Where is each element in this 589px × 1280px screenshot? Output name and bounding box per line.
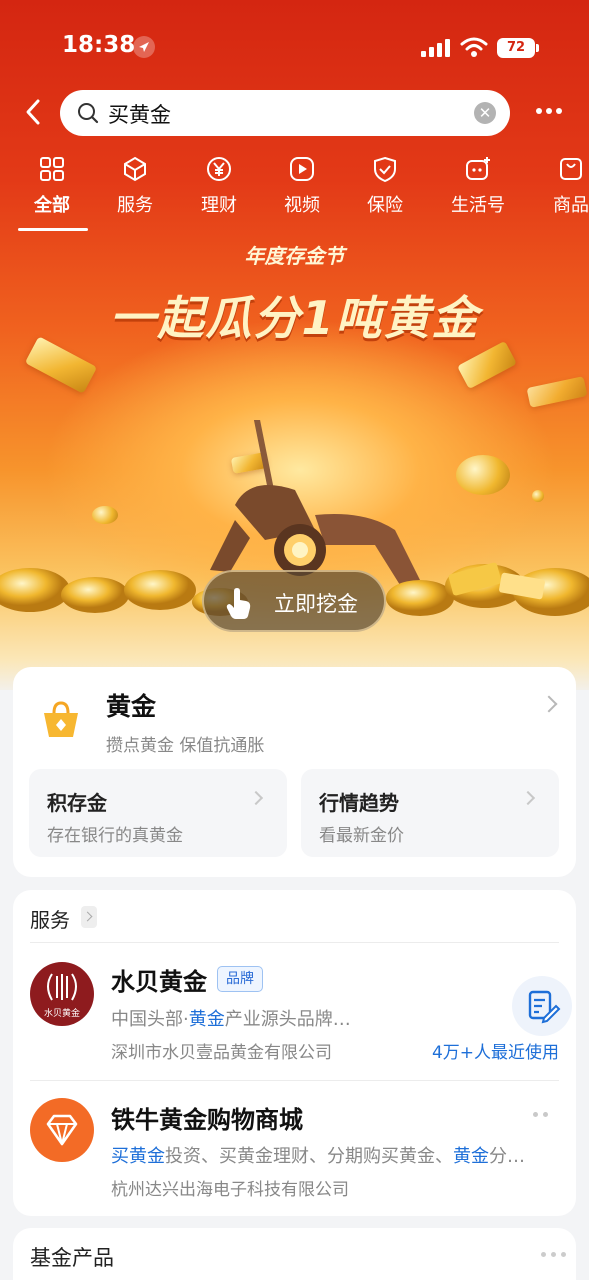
chevron-right-icon bbox=[520, 790, 536, 806]
tieniu-diamond-logo bbox=[30, 1098, 94, 1162]
tab-products[interactable]: 商品 bbox=[531, 155, 589, 217]
dig-gold-button[interactable]: 立即挖金 bbox=[202, 570, 386, 632]
more-icon[interactable] bbox=[533, 1112, 551, 1118]
merchant-company: 杭州达兴出海电子科技有限公司 bbox=[111, 1180, 349, 1200]
shuibei-gold-logo: 水贝黄金 bbox=[30, 962, 94, 1026]
tab-services[interactable]: 服务 bbox=[95, 155, 175, 217]
merchant-desc: 中国头部·黄金产业源头品牌… bbox=[111, 1009, 351, 1030]
tab-label: 视频 bbox=[284, 195, 320, 216]
services-card: 服务 水贝黄金 水贝黄金 品牌 中国头部·黄金产业源头品牌… 深圳市水贝壹品黄金… bbox=[13, 890, 576, 1216]
tab-video[interactable]: 视频 bbox=[262, 155, 342, 217]
market-trend-entry[interactable]: 行情趋势 看最新金价 bbox=[301, 769, 559, 857]
entry-desc: 存在银行的真黄金 bbox=[47, 826, 183, 846]
back-button[interactable] bbox=[20, 97, 50, 127]
fund-products-card: 基金产品 bbox=[13, 1228, 576, 1280]
merchant-company: 深圳市水贝壹品黄金有限公司 bbox=[111, 1043, 332, 1063]
tab-label: 保险 bbox=[367, 195, 403, 216]
tab-life-account[interactable]: 生活号 bbox=[438, 155, 518, 217]
grid-icon bbox=[40, 157, 64, 181]
status-time: 18:38 bbox=[62, 32, 136, 58]
play-icon bbox=[290, 157, 314, 181]
gold-nugget-decoration bbox=[456, 455, 510, 495]
services-title: 服务 bbox=[30, 908, 70, 932]
battery-indicator: 72 bbox=[497, 38, 539, 58]
signal-icon bbox=[421, 39, 451, 57]
usage-count: 4万+人最近使用 bbox=[431, 1043, 559, 1063]
shield-icon bbox=[374, 156, 396, 183]
brand-badge: 品牌 bbox=[217, 966, 263, 992]
chat-bot-icon bbox=[466, 157, 490, 180]
hand-pointer-icon bbox=[224, 586, 254, 620]
yen-icon bbox=[207, 157, 231, 181]
gold-card[interactable]: 黄金 攒点黄金 保值抗通胀 积存金 存在银行的真黄金 行情趋势 看最新金价 bbox=[13, 667, 576, 877]
chevron-right-icon bbox=[248, 790, 264, 806]
services-more-icon[interactable] bbox=[81, 906, 97, 928]
tab-insurance[interactable]: 保险 bbox=[345, 155, 425, 217]
entry-title: 行情趋势 bbox=[319, 791, 399, 815]
tab-label: 生活号 bbox=[451, 195, 505, 216]
gold-nugget-decoration bbox=[532, 490, 544, 502]
tab-label: 商品 bbox=[553, 195, 589, 216]
gold-card-subtitle: 攒点黄金 保值抗通胀 bbox=[106, 736, 265, 756]
gold-card-title: 黄金 bbox=[106, 692, 157, 721]
more-icon[interactable] bbox=[541, 1252, 571, 1258]
tab-all[interactable]: 全部 bbox=[12, 155, 92, 217]
search-icon bbox=[77, 102, 99, 124]
fund-title: 基金产品 bbox=[30, 1246, 114, 1270]
merchant-name: 铁牛黄金购物商城 bbox=[111, 1106, 303, 1134]
gold-nugget-decoration bbox=[92, 506, 118, 524]
gold-bar-decoration bbox=[457, 340, 517, 390]
savings-gold-entry[interactable]: 积存金 存在银行的真黄金 bbox=[29, 769, 287, 857]
wifi-icon bbox=[460, 36, 488, 58]
entry-desc: 看最新金价 bbox=[319, 826, 404, 846]
clear-icon[interactable]: ✕ bbox=[474, 102, 496, 124]
hero-banner: 18:38 72 买黄金 ✕ 全部 服务 理财 视频 保险 生活号 商品 年度存… bbox=[0, 0, 589, 690]
location-arrow-icon bbox=[133, 36, 155, 58]
cube-icon bbox=[124, 156, 146, 182]
active-tab-indicator bbox=[18, 228, 88, 231]
tab-label: 理财 bbox=[201, 195, 237, 216]
gold-bar-decoration bbox=[526, 376, 588, 408]
merchant-desc: 买黄金投资、买黄金理财、分期购买黄金、黄金分… bbox=[111, 1146, 525, 1167]
tab-label: 全部 bbox=[34, 195, 70, 216]
category-tabs: 全部 服务 理财 视频 保险 生活号 商品 bbox=[0, 155, 589, 235]
tab-label: 服务 bbox=[117, 195, 153, 216]
banner-subtitle: 年度存金节 bbox=[244, 244, 345, 268]
entry-title: 积存金 bbox=[47, 791, 107, 815]
merchant-name: 水贝黄金 bbox=[111, 968, 207, 996]
chevron-right-icon bbox=[540, 695, 558, 713]
shopping-bag-icon bbox=[39, 697, 83, 741]
banner-title: 一起瓜分1吨黄金 bbox=[109, 291, 480, 345]
search-bar[interactable]: 买黄金 ✕ bbox=[60, 90, 510, 136]
tab-finance[interactable]: 理财 bbox=[179, 155, 259, 217]
search-input[interactable]: 买黄金 bbox=[108, 99, 171, 129]
dig-gold-label: 立即挖金 bbox=[274, 592, 358, 616]
more-icon[interactable] bbox=[536, 108, 562, 116]
bag-icon bbox=[560, 158, 582, 180]
notepad-button[interactable] bbox=[512, 976, 572, 1036]
